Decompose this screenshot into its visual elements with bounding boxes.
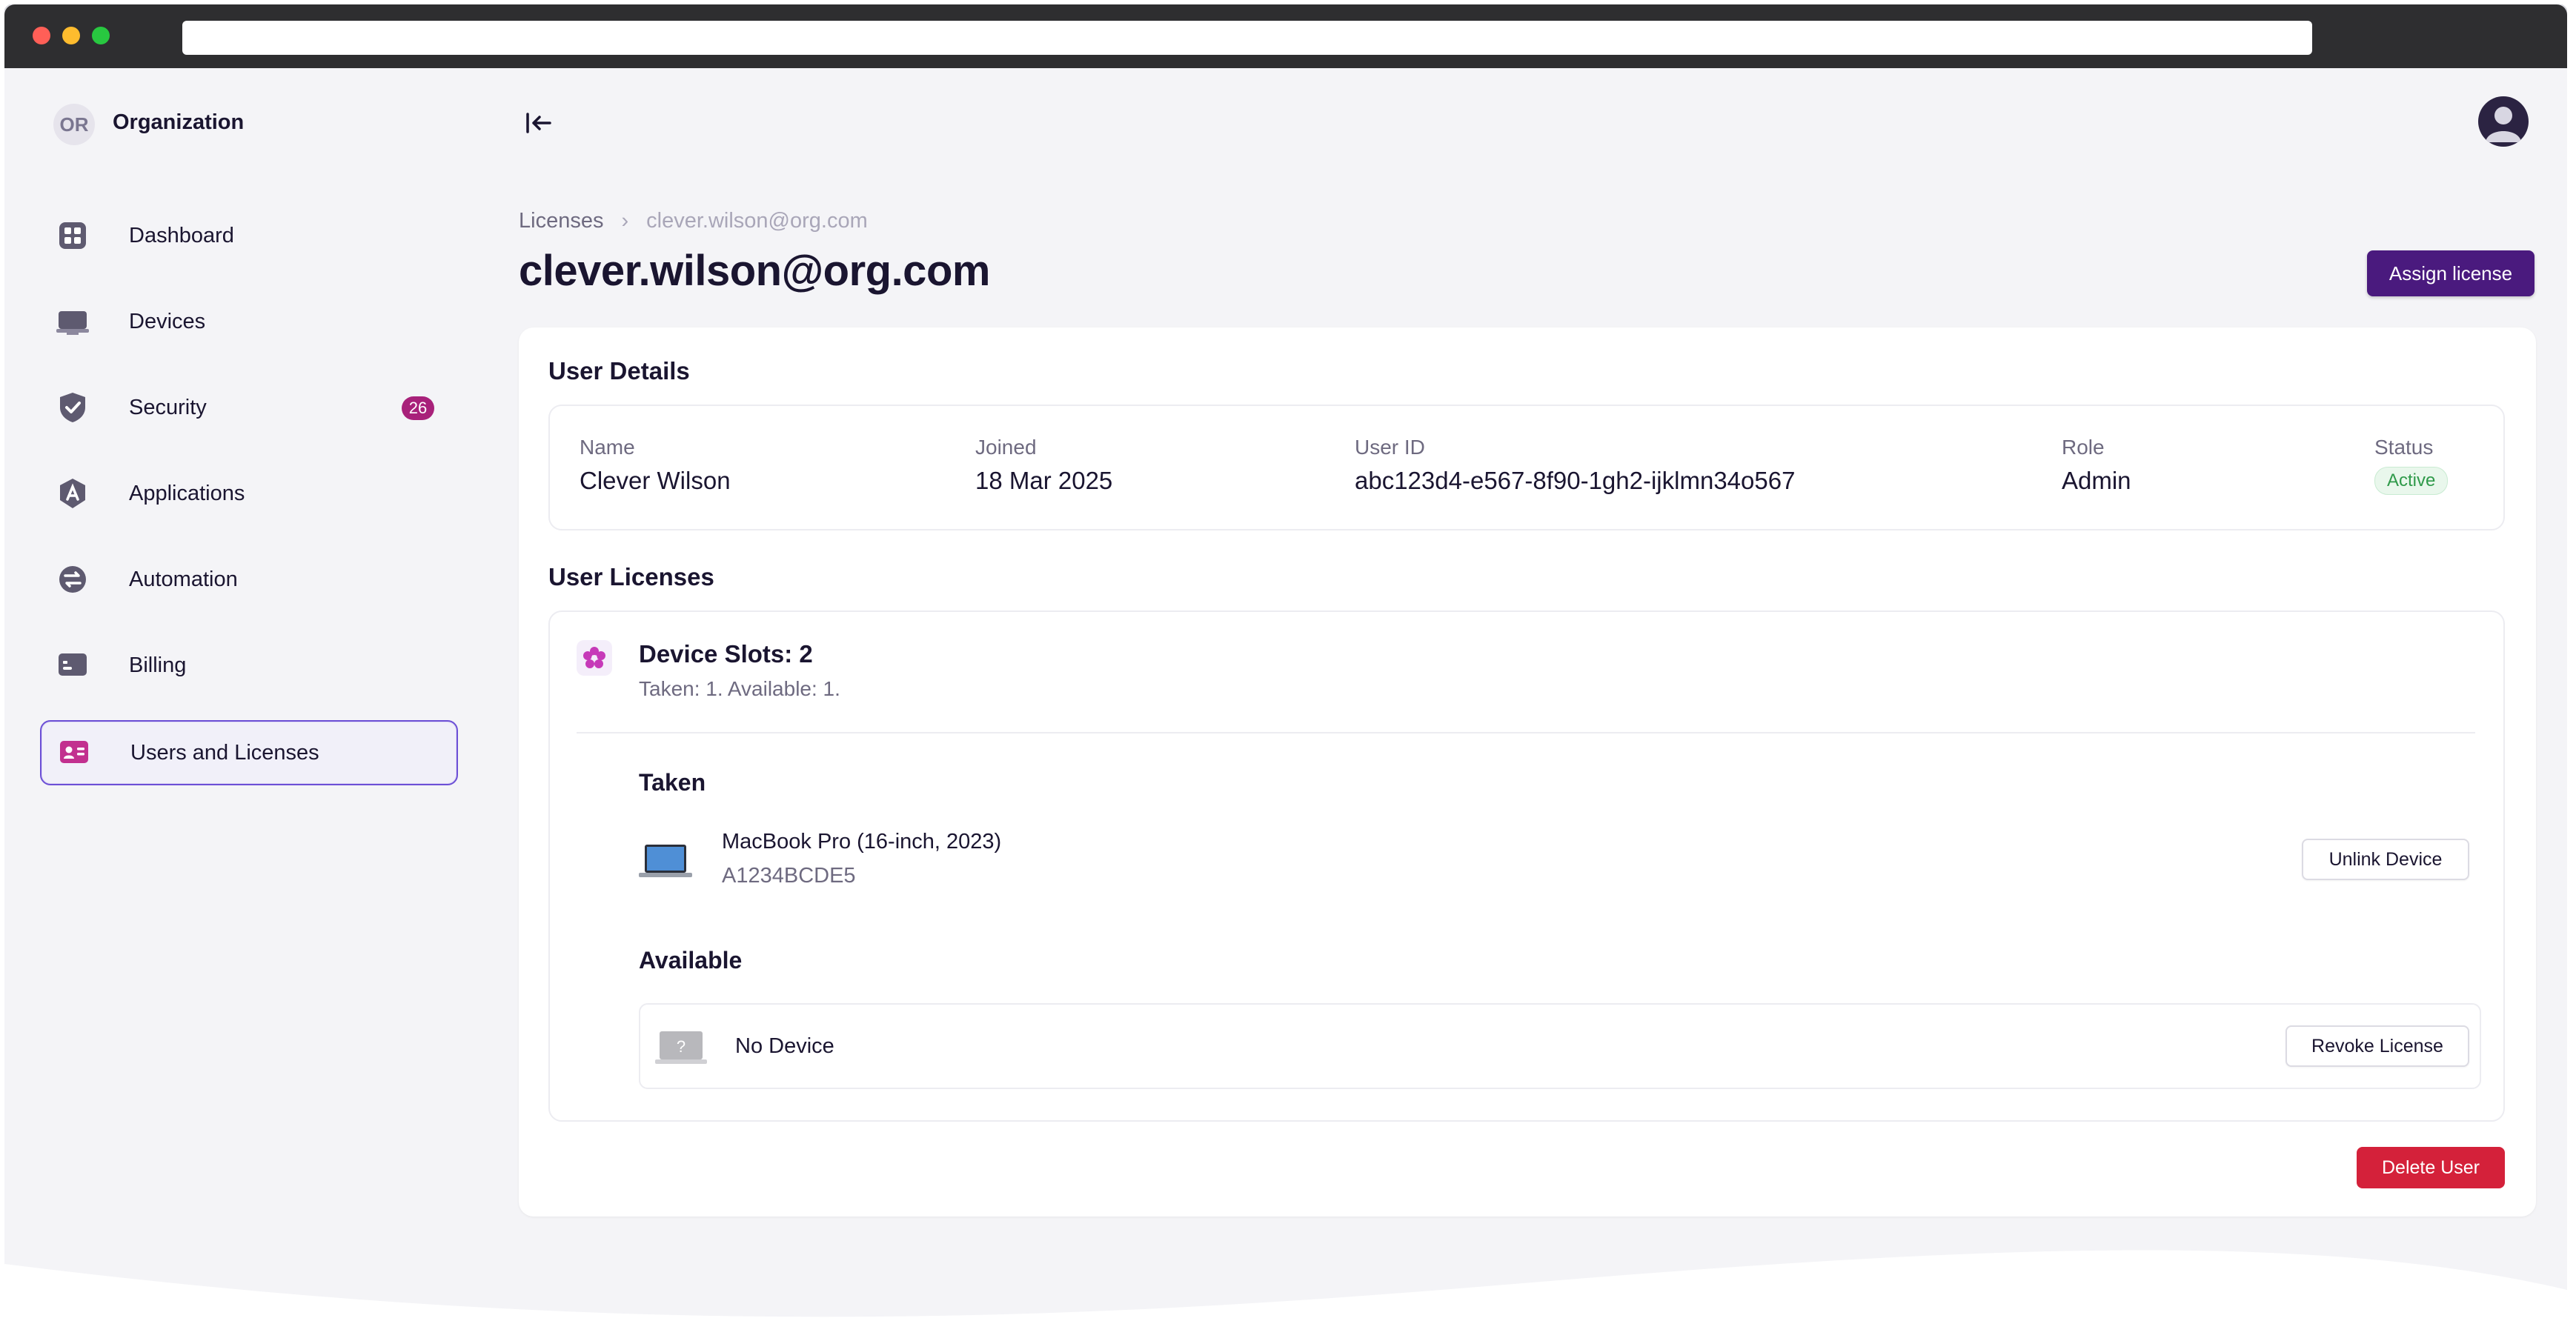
org-name[interactable]: Organization <box>113 110 244 135</box>
minimize-window-button[interactable] <box>62 27 80 44</box>
user-avatar[interactable] <box>2478 96 2529 147</box>
sidebar-item-automation[interactable]: Automation <box>40 548 455 610</box>
field-label: User ID <box>1355 436 1425 459</box>
field-role: Role Admin <box>2062 436 2131 495</box>
sidebar-item-label: Users and Licenses <box>130 740 319 765</box>
org-avatar[interactable]: OR <box>53 104 95 145</box>
licenses-box: Device Slots: 2 Taken: 1. Available: 1. … <box>548 610 2505 1122</box>
breadcrumb-current: clever.wilson@org.com <box>646 209 868 233</box>
field-label: Name <box>580 436 635 459</box>
sidebar-item-label: Dashboard <box>129 223 234 247</box>
svg-text:?: ? <box>677 1037 686 1056</box>
status-badge: Active <box>2374 467 2448 495</box>
close-window-button[interactable] <box>33 27 50 44</box>
shield-icon <box>56 391 89 424</box>
maximize-window-button[interactable] <box>92 27 110 44</box>
unlink-device-button[interactable]: Unlink Device <box>2302 839 2469 880</box>
sidebar-item-label: Security <box>129 395 207 419</box>
breadcrumb-link-licenses[interactable]: Licenses <box>519 209 603 233</box>
sidebar-item-security[interactable]: Security 26 <box>40 376 455 439</box>
browser-titlebar <box>4 4 2567 68</box>
taken-device-name: MacBook Pro (16-inch, 2023) <box>722 830 1002 853</box>
address-bar[interactable] <box>182 21 2312 55</box>
unknown-device-icon: ? <box>655 1030 707 1065</box>
no-device-label: No Device <box>735 1034 834 1058</box>
applications-icon <box>56 477 89 510</box>
revoke-license-button[interactable]: Revoke License <box>2285 1025 2469 1067</box>
app-window: OR Organization Dashboard Devices Securi… <box>4 4 2567 1323</box>
field-label: Joined <box>975 436 1037 459</box>
user-licenses-title: User Licenses <box>548 563 714 590</box>
field-status: Status Active <box>2374 436 2448 495</box>
device-slots-summary: Taken: 1. Available: 1. <box>639 677 840 700</box>
laptop-icon <box>639 842 692 880</box>
assign-license-button[interactable]: Assign license <box>2367 250 2534 296</box>
page-title: clever.wilson@org.com <box>519 247 990 295</box>
sidebar-item-label: Billing <box>129 653 187 677</box>
sidebar-item-label: Automation <box>129 567 238 591</box>
device-slots-title: Device Slots: 2 <box>639 640 813 668</box>
chevron-right-icon: › <box>621 209 629 233</box>
delete-user-button[interactable]: Delete User <box>2357 1147 2505 1188</box>
field-value: 18 Mar 2025 <box>975 467 1113 494</box>
user-details-title: User Details <box>548 357 690 385</box>
users-licenses-icon <box>58 736 90 769</box>
sidebar-item-label: Applications <box>129 481 245 505</box>
dashboard-icon <box>56 219 89 252</box>
flower-icon <box>577 640 612 676</box>
divider <box>577 732 2475 733</box>
taken-device-serial: A1234BCDE5 <box>722 864 856 888</box>
security-count-badge: 26 <box>402 396 434 420</box>
taken-title: Taken <box>639 769 706 796</box>
collapse-sidebar-icon[interactable] <box>523 110 556 136</box>
field-value: Admin <box>2062 467 2131 494</box>
billing-icon <box>56 649 89 682</box>
user-card: User Details Name Clever Wilson Joined 1… <box>519 327 2536 1217</box>
automation-icon <box>56 563 89 596</box>
sidebar-item-billing[interactable]: Billing <box>40 634 455 696</box>
field-label: Status <box>2374 436 2434 459</box>
sidebar-item-devices[interactable]: Devices <box>40 290 455 353</box>
field-label: Role <box>2062 436 2105 459</box>
breadcrumb: Licenses › clever.wilson@org.com <box>519 209 868 233</box>
available-title: Available <box>639 947 743 974</box>
user-details-box: Name Clever Wilson Joined 18 Mar 2025 Us… <box>548 405 2505 530</box>
field-value: abc123d4-e567-8f90-1gh2-ijklmn34o567 <box>1355 467 1796 494</box>
sidebar-item-applications[interactable]: Applications <box>40 462 455 525</box>
field-value: Clever Wilson <box>580 467 731 494</box>
sidebar-item-label: Devices <box>129 309 206 333</box>
available-slot-row: ? No Device Revoke License <box>639 1003 2481 1089</box>
field-name: Name Clever Wilson <box>580 436 731 495</box>
field-user-id: User ID abc123d4-e567-8f90-1gh2-ijklmn34… <box>1355 436 1795 495</box>
sidebar-item-users-and-licenses[interactable]: Users and Licenses <box>40 720 458 785</box>
sidebar-item-dashboard[interactable]: Dashboard <box>40 204 455 267</box>
field-joined: Joined 18 Mar 2025 <box>975 436 1112 495</box>
devices-icon <box>56 305 89 338</box>
